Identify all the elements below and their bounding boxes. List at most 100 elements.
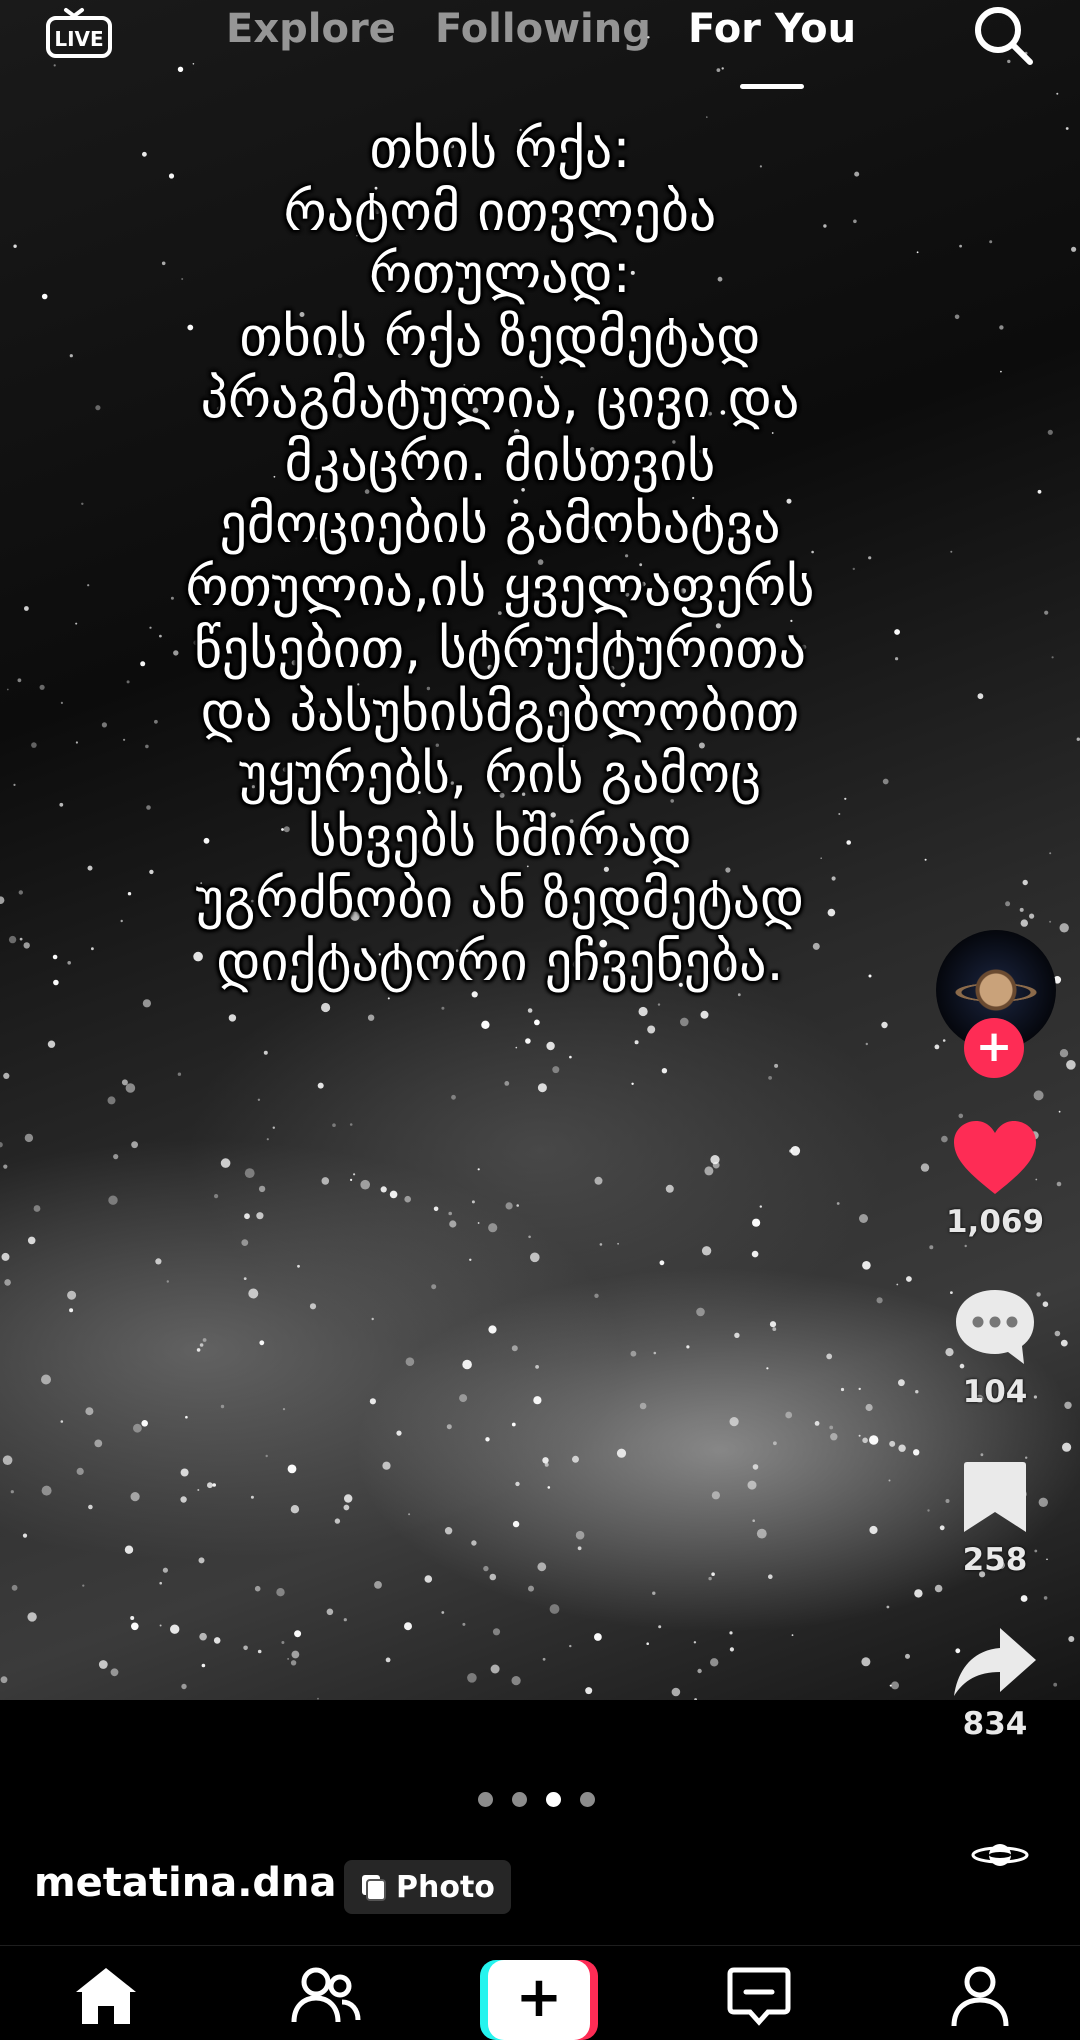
star xyxy=(263,1050,268,1055)
share-count: 834 xyxy=(962,1706,1028,1742)
home-icon[interactable] xyxy=(72,1964,140,2030)
star xyxy=(881,1021,888,1029)
live-icon[interactable]: LIVE xyxy=(44,4,116,62)
tab-explore[interactable]: Explore xyxy=(226,6,396,52)
heart-icon xyxy=(954,1121,1036,1194)
star xyxy=(131,1622,139,1631)
star xyxy=(4,1279,11,1286)
star xyxy=(170,1624,180,1634)
star xyxy=(385,1657,391,1663)
star xyxy=(254,1585,261,1592)
follow-button[interactable]: + xyxy=(964,1018,1024,1078)
caption-line: პრაგმატულია, ცივი და xyxy=(200,367,800,430)
star xyxy=(634,1040,639,1045)
star xyxy=(405,1357,415,1366)
bookmark-icon xyxy=(964,1462,1026,1532)
star xyxy=(708,1576,712,1581)
star xyxy=(896,1283,899,1286)
star xyxy=(686,1345,690,1349)
star xyxy=(759,1205,762,1208)
star xyxy=(177,1072,182,1076)
caption-line: რატომ ითვლება xyxy=(283,179,717,243)
star xyxy=(159,1581,162,1585)
star xyxy=(594,1633,602,1641)
star xyxy=(572,1455,579,1463)
share-button[interactable]: 834 xyxy=(940,1624,1050,1742)
tab-following[interactable]: Following xyxy=(435,6,651,52)
star xyxy=(212,1483,216,1487)
star xyxy=(836,1202,840,1205)
star xyxy=(858,1434,861,1437)
star xyxy=(515,1046,518,1049)
star xyxy=(13,244,17,248)
star xyxy=(133,1423,142,1433)
create-button-frame: + xyxy=(488,1960,590,2040)
star xyxy=(766,1367,769,1370)
star xyxy=(477,1222,480,1224)
friends-icon[interactable] xyxy=(290,1964,362,2030)
star xyxy=(1068,1636,1075,1642)
star xyxy=(964,1244,967,1248)
star xyxy=(349,1123,353,1126)
comment-button[interactable]: 104 xyxy=(940,1284,1050,1410)
star xyxy=(693,1641,697,1644)
star xyxy=(527,1008,533,1013)
star xyxy=(515,1481,520,1487)
star xyxy=(980,1453,984,1457)
create-button[interactable]: + xyxy=(480,1960,598,2040)
star xyxy=(840,1387,845,1392)
star xyxy=(228,1014,237,1022)
star xyxy=(704,1166,714,1176)
profile-icon[interactable] xyxy=(948,1964,1012,2032)
inbox-icon[interactable] xyxy=(726,1964,792,2032)
save-button[interactable]: 258 xyxy=(940,1458,1050,1578)
star xyxy=(737,993,741,997)
tab-for-you[interactable]: For You xyxy=(688,6,856,52)
star xyxy=(124,1545,134,1554)
like-button[interactable]: 1,069 xyxy=(940,1118,1050,1240)
creator-username[interactable]: metatina.dna xyxy=(34,1860,337,1906)
star xyxy=(389,1190,398,1199)
star xyxy=(671,1687,681,1697)
star xyxy=(653,1351,657,1355)
star xyxy=(906,1276,912,1282)
photo-icon xyxy=(362,1875,386,1901)
star xyxy=(528,1235,531,1239)
star xyxy=(891,1681,899,1690)
star xyxy=(888,1479,891,1482)
star xyxy=(594,1293,599,1299)
star xyxy=(1022,879,1028,886)
star xyxy=(107,1096,116,1105)
star xyxy=(22,1533,28,1538)
star xyxy=(1020,919,1028,927)
star xyxy=(530,1252,540,1263)
star xyxy=(141,1420,148,1427)
star xyxy=(712,1161,720,1169)
star xyxy=(528,1585,534,1592)
star xyxy=(898,1444,906,1452)
star xyxy=(185,1415,188,1419)
star xyxy=(244,1168,255,1178)
search-icon[interactable] xyxy=(970,0,1038,68)
photo-badge: Photo xyxy=(344,1860,511,1914)
star xyxy=(18,890,23,895)
star xyxy=(869,1525,878,1535)
star xyxy=(769,1321,777,1328)
star xyxy=(444,1527,453,1535)
star xyxy=(659,1260,665,1266)
star xyxy=(1058,1110,1061,1113)
star xyxy=(374,1581,382,1589)
star xyxy=(321,1177,330,1185)
caption-line: და პასუხისმგებლობით xyxy=(200,679,800,743)
planet-sound-icon[interactable] xyxy=(970,1835,1030,1875)
star xyxy=(198,1557,205,1564)
star xyxy=(424,1575,433,1583)
caption-line: წესებით, სტრუქტურითა xyxy=(193,617,807,680)
active-tab-indicator xyxy=(740,84,804,89)
save-count: 258 xyxy=(962,1542,1028,1578)
star xyxy=(889,1440,896,1447)
star xyxy=(481,1020,490,1029)
star xyxy=(166,1280,169,1283)
star xyxy=(332,1123,336,1127)
star xyxy=(1,1252,10,1261)
